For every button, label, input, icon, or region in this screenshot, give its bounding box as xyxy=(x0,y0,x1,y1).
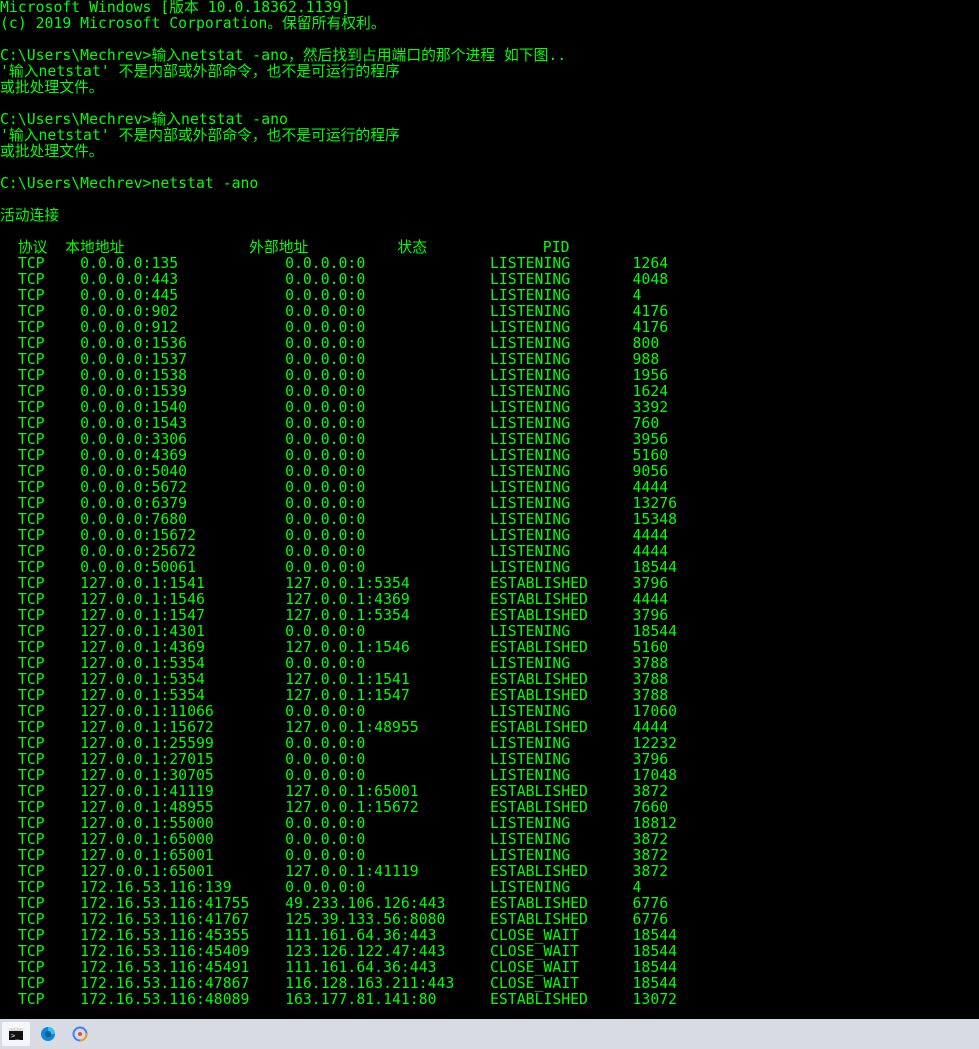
terminal-window[interactable]: Microsoft Windows [版本 10.0.18362.1139] (… xyxy=(0,0,979,1019)
terminal-output: Microsoft Windows [版本 10.0.18362.1139] (… xyxy=(0,0,979,1008)
taskbar-edge-icon[interactable] xyxy=(34,1022,62,1046)
taskbar: >_ xyxy=(0,1019,979,1049)
svg-text:>_: >_ xyxy=(11,1032,20,1040)
taskbar-browser-icon[interactable] xyxy=(66,1022,94,1046)
taskbar-cmd-icon[interactable]: >_ xyxy=(2,1022,30,1046)
